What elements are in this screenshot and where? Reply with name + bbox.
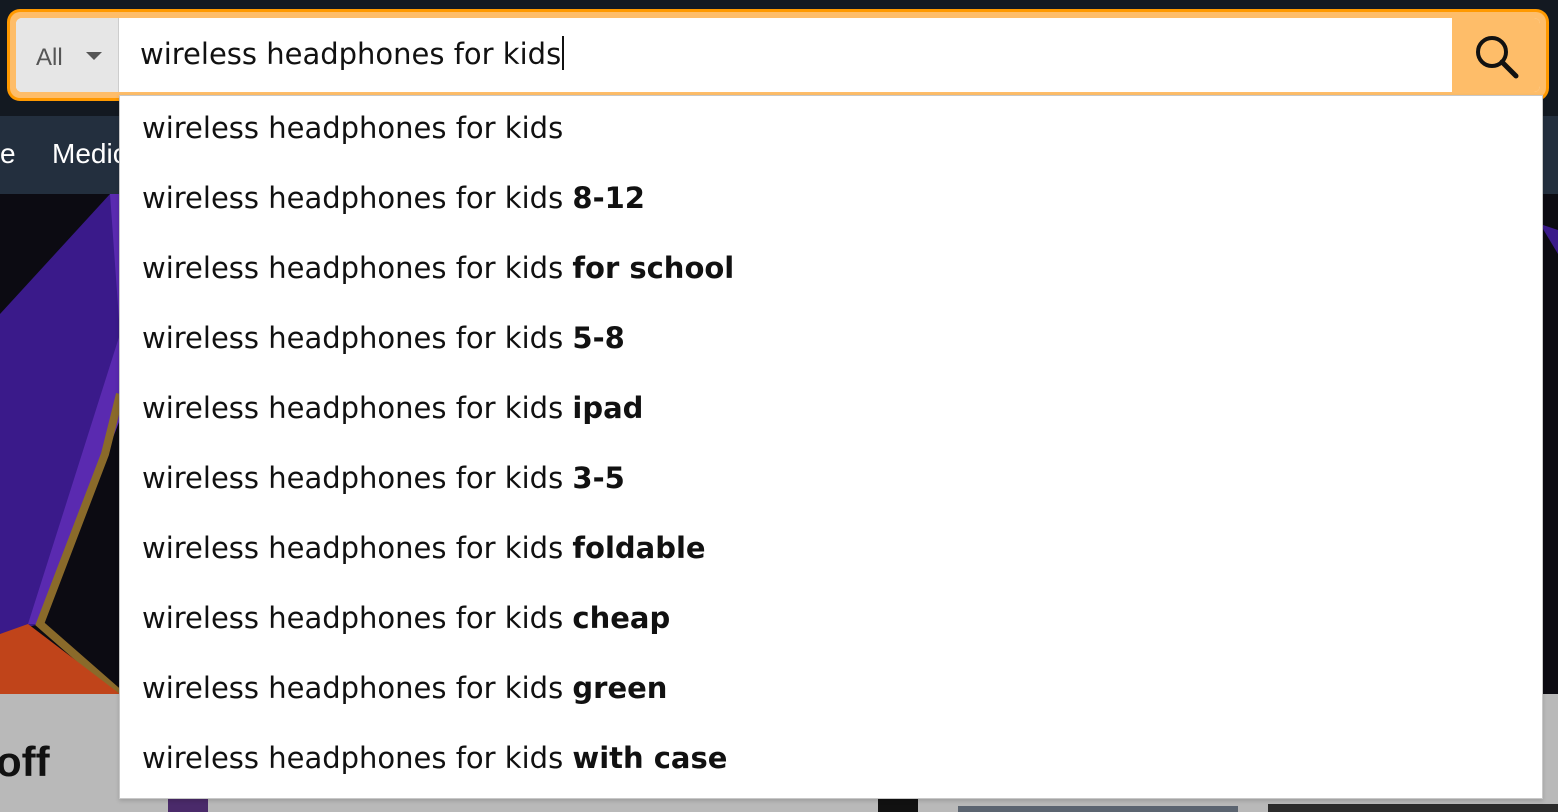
suggestion-item[interactable]: wireless headphones for kids 8-12 [120, 166, 1542, 236]
search-suggestions-dropdown: wireless headphones for kids wireless hea… [119, 95, 1543, 799]
chevron-down-icon [86, 52, 102, 60]
deal-card-image-4[interactable] [1268, 804, 1558, 812]
suggestion-prefix: wireless headphones for kids [142, 321, 573, 355]
suggestion-prefix: wireless headphones for kids [142, 391, 573, 425]
suggestion-completion: ipad [572, 391, 644, 425]
suggestion-text: wireless headphones for kids foldable [142, 531, 706, 565]
suggestion-completion: foldable [572, 531, 706, 565]
suggestion-item[interactable]: wireless headphones for kids cheap [120, 586, 1542, 656]
suggestion-text: wireless headphones for kids for school [142, 251, 734, 285]
suggestion-completion: 5-8 [572, 321, 625, 355]
suggestion-text: wireless headphones for kids cheap [142, 601, 670, 635]
suggestion-prefix: wireless headphones for kids [142, 601, 573, 635]
suggestion-text: wireless headphones for kids 8-12 [142, 181, 645, 215]
department-select[interactable]: All [16, 18, 119, 92]
nav-link-medical[interactable]: Medic [52, 138, 127, 170]
text-cursor [562, 36, 565, 70]
suggestion-completion: cheap [572, 601, 671, 635]
suggestion-completion: 3-5 [572, 461, 625, 495]
suggestion-prefix: wireless headphones for kids [142, 741, 573, 775]
suggestion-prefix: wireless headphones for kids [142, 111, 564, 145]
suggestion-completion: for school [572, 251, 735, 285]
suggestion-text: wireless headphones for kids 3-5 [142, 461, 625, 495]
deal-card-image-3[interactable] [958, 806, 1238, 812]
suggestion-completion: with case [572, 741, 728, 775]
suggestion-item[interactable]: wireless headphones for kids foldable [120, 516, 1542, 586]
nav-link-partial-left[interactable]: e [0, 138, 16, 170]
suggestion-prefix: wireless headphones for kids [142, 181, 573, 215]
page: e Medic r off All wireless headphones fo… [0, 0, 1558, 812]
suggestion-completion: 8-12 [572, 181, 645, 215]
search-icon [1476, 36, 1519, 79]
suggestion-item[interactable]: wireless headphones for kids 5-8 [120, 306, 1542, 376]
department-select-label: All [36, 44, 63, 71]
search-bar: All wireless headphones for kids [10, 12, 1546, 98]
deal-card-image-2[interactable] [878, 798, 918, 812]
suggestion-prefix: wireless headphones for kids [142, 251, 573, 285]
search-button[interactable] [1452, 18, 1540, 92]
suggestion-item[interactable]: wireless headphones for kids with case [120, 726, 1542, 796]
suggestion-item[interactable]: wireless headphones for kids 3-5 [120, 446, 1542, 516]
search-bar-inner: All wireless headphones for kids [16, 18, 1540, 92]
suggestion-prefix: wireless headphones for kids [142, 531, 573, 565]
suggestion-text: wireless headphones for kids 5-8 [142, 321, 625, 355]
suggestion-prefix: wireless headphones for kids [142, 461, 573, 495]
suggestion-text: wireless headphones for kids green [142, 671, 667, 705]
suggestion-text: wireless headphones for kids with case [142, 741, 727, 775]
suggestion-completion: green [572, 671, 668, 705]
suggestion-item[interactable]: wireless headphones for kids [120, 96, 1542, 166]
deal-off-label: off [0, 738, 50, 785]
suggestion-item[interactable]: wireless headphones for kids green [120, 656, 1542, 726]
suggestion-text: wireless headphones for kids [142, 111, 563, 145]
suggestion-item[interactable]: wireless headphones for kids ipad [120, 376, 1542, 446]
search-input[interactable]: wireless headphones for kids [140, 36, 565, 71]
suggestion-prefix: wireless headphones for kids [142, 671, 573, 705]
suggestion-item[interactable]: wireless headphones for kids for school [120, 236, 1542, 306]
suggestion-text: wireless headphones for kids ipad [142, 391, 643, 425]
search-input-value: wireless headphones for kids [140, 37, 562, 71]
